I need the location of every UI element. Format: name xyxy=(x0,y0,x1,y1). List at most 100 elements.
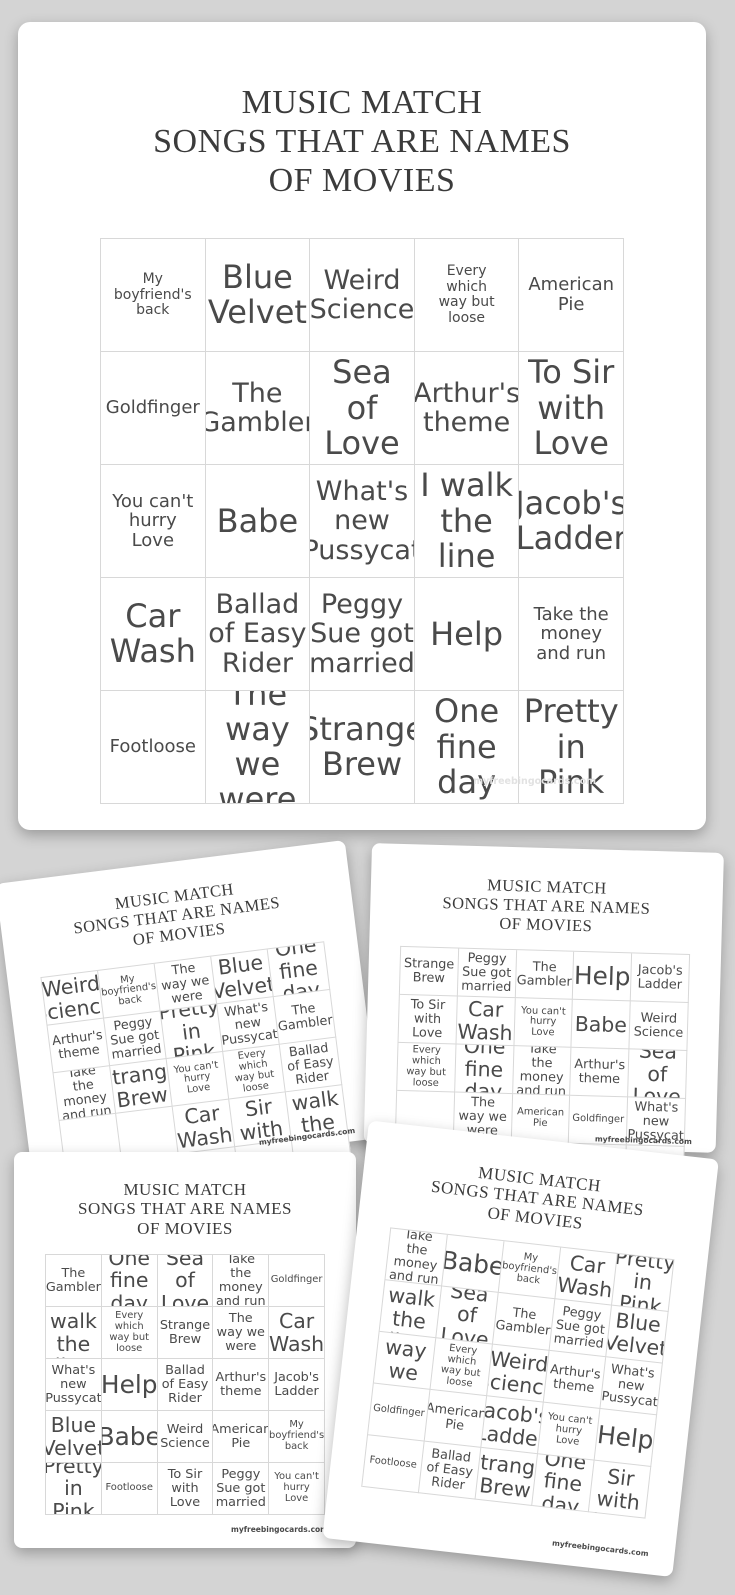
bingo-cell[interactable]: I walk the line xyxy=(414,465,520,579)
bingo-cell[interactable]: To Sir with Love xyxy=(588,1460,652,1519)
bingo-cell[interactable]: One fine day xyxy=(532,1454,595,1513)
bingo-cell[interactable]: Take the money and run xyxy=(519,578,624,692)
bingo-cell[interactable]: My boyfriend's back xyxy=(269,1411,325,1464)
bingo-cell[interactable]: Car Wash xyxy=(456,996,516,1047)
bingo-cell[interactable]: Every which way but loose xyxy=(223,1045,286,1100)
bingo-cell[interactable]: Peggy Sue got married xyxy=(104,1011,167,1067)
bingo-cell[interactable]: Blue Velvet xyxy=(211,949,274,1005)
bingo-cell[interactable]: Help xyxy=(101,1359,158,1412)
bingo-cell[interactable]: What's new Pussycat xyxy=(310,465,415,579)
bingo-cell[interactable]: What's new Pussycat xyxy=(217,997,280,1053)
bingo-cell[interactable]: The Gambler xyxy=(273,990,337,1046)
bingo-cell[interactable]: To Sir with Love xyxy=(398,995,458,1045)
bingo-cell[interactable]: Car Wash xyxy=(101,578,206,692)
bingo-cell[interactable]: My boyfriend's back xyxy=(498,1241,562,1300)
bingo-cell[interactable]: Ballad of Easy Rider xyxy=(418,1441,482,1500)
bingo-cell[interactable]: Car Wash xyxy=(555,1247,618,1306)
bingo-cell[interactable]: Sea of Love xyxy=(310,352,415,466)
bingo-card-main[interactable]: MUSIC MATCH SONGS THAT ARE NAMES OF MOVI… xyxy=(18,22,706,830)
bingo-cell[interactable]: The Gambler xyxy=(46,1255,102,1308)
bingo-cell[interactable]: Arthur's theme xyxy=(570,1048,630,1098)
bingo-cell[interactable]: Strange Brew xyxy=(310,691,415,805)
bingo-cell[interactable]: You can't hurry Love xyxy=(166,1052,230,1107)
bingo-cell[interactable]: Take the money and run xyxy=(213,1255,270,1308)
bingo-cell[interactable]: One fine day xyxy=(267,942,331,998)
bingo-cell[interactable]: Arthur's theme xyxy=(414,352,520,466)
bingo-cell[interactable]: Strange Brew xyxy=(399,947,459,997)
bingo-cell[interactable]: Jacob's Ladder xyxy=(630,953,691,1004)
bingo-cell[interactable]: The way we were xyxy=(205,691,311,805)
bingo-cell[interactable]: Sea of Love xyxy=(628,1049,688,1100)
bingo-cell[interactable]: The way we were xyxy=(373,1331,437,1391)
bingo-cell[interactable]: The way we were xyxy=(213,1307,270,1360)
bingo-cell[interactable]: American Pie xyxy=(519,239,624,353)
bingo-cell[interactable]: You can't hurry Love xyxy=(269,1463,325,1516)
bingo-cell[interactable]: Weird Science xyxy=(310,239,415,353)
bingo-cell[interactable]: Every which way but loose xyxy=(430,1338,493,1397)
bingo-cell[interactable]: Pretty in Pink xyxy=(46,1463,102,1516)
bingo-cell[interactable]: Goldfinger xyxy=(269,1255,325,1308)
bingo-cell[interactable]: To Sir with Love xyxy=(157,1463,214,1516)
bingo-cell[interactable]: American Pie xyxy=(424,1390,488,1449)
bingo-cell[interactable]: Jacob's Ladder xyxy=(519,465,624,579)
bingo-cell[interactable]: I walk the line xyxy=(46,1307,102,1360)
bingo-cell[interactable]: Blue Velvet xyxy=(46,1411,102,1464)
bingo-cell[interactable]: The Gambler xyxy=(492,1293,556,1352)
bingo-cell[interactable]: Strange Brew xyxy=(110,1059,173,1115)
bingo-cell[interactable]: Ballad of Easy Rider xyxy=(157,1359,214,1412)
bingo-cell[interactable]: Weird Science xyxy=(157,1411,214,1464)
bingo-cell[interactable]: Car Wash xyxy=(269,1307,325,1360)
bingo-cell[interactable]: One fine day xyxy=(414,691,520,805)
bingo-cell[interactable]: Pretty in Pink xyxy=(519,691,624,805)
bingo-cell[interactable]: Every which way but loose xyxy=(414,239,520,353)
bingo-cell[interactable]: Sea of Love xyxy=(436,1286,499,1345)
bingo-cell[interactable]: Arthur's theme xyxy=(213,1359,270,1412)
bingo-cell[interactable]: One fine day xyxy=(454,1044,515,1095)
bingo-cell[interactable]: Weird Science xyxy=(629,1001,689,1052)
bingo-cell[interactable]: The way we were xyxy=(154,956,218,1012)
bingo-cell[interactable]: Footloose xyxy=(101,691,206,805)
bingo-card-bottom-right[interactable]: MUSIC MATCH SONGS THAT ARE NAMES OF MOVI… xyxy=(322,1120,719,1578)
bingo-card-bottom-left[interactable]: MUSIC MATCH SONGS THAT ARE NAMES OF MOVI… xyxy=(14,1152,356,1548)
bingo-cell[interactable]: You can't hurry Love xyxy=(514,998,574,1049)
bingo-cell[interactable]: Every which way but loose xyxy=(101,1307,158,1360)
bingo-cell[interactable]: Footloose xyxy=(362,1435,425,1494)
bingo-cell[interactable]: Pretty in Pink xyxy=(160,1004,224,1060)
bingo-cell[interactable]: Ballad of Easy Rider xyxy=(279,1037,343,1093)
bingo-cell[interactable]: To Sir with Love xyxy=(519,352,624,466)
bingo-cell[interactable]: The Gambler xyxy=(515,950,575,1001)
bingo-cell[interactable]: Babe xyxy=(205,465,311,579)
bingo-cell[interactable]: What's new Pussycat xyxy=(600,1357,663,1416)
bingo-cell[interactable]: Sea of Love xyxy=(157,1255,214,1308)
bingo-cell[interactable]: What's new Pussycat xyxy=(46,1359,102,1412)
bingo-cell[interactable]: Weird Science xyxy=(487,1344,550,1403)
bingo-cell[interactable]: American Pie xyxy=(213,1411,270,1464)
bingo-cell[interactable]: Peggy Sue got married xyxy=(549,1299,612,1358)
bingo-cell[interactable]: The Gambler xyxy=(205,352,311,466)
bingo-cell[interactable]: Car Wash xyxy=(172,1099,236,1155)
bingo-cell[interactable]: Arthur's theme xyxy=(47,1018,111,1074)
bingo-cell[interactable]: Blue Velvet xyxy=(205,239,311,353)
bingo-cell[interactable]: You can't hurry Love xyxy=(101,465,206,579)
bingo-cell[interactable]: Strange Brew xyxy=(157,1307,214,1360)
bingo-card-top-left[interactable]: MUSIC MATCH SONGS THAT ARE NAMES OF MOVI… xyxy=(0,839,383,1217)
bingo-cell[interactable]: My boyfriend's back xyxy=(98,964,161,1019)
bingo-cell[interactable]: One fine day xyxy=(101,1255,158,1308)
bingo-cell[interactable]: Babe xyxy=(101,1411,158,1464)
bingo-cell[interactable]: Peggy Sue got married xyxy=(457,948,517,999)
bingo-cell[interactable]: Peggy Sue got married xyxy=(213,1463,270,1516)
bingo-card-top-right[interactable]: MUSIC MATCH SONGS THAT ARE NAMES OF MOVI… xyxy=(363,843,724,1196)
bingo-cell[interactable]: You can't hurry Love xyxy=(537,1402,601,1461)
bingo-cell[interactable]: Blue Velvet xyxy=(606,1305,669,1364)
bingo-cell[interactable]: I walk the line xyxy=(379,1280,443,1339)
bingo-cell[interactable]: Goldfinger xyxy=(101,352,206,466)
bingo-cell[interactable]: Babe xyxy=(442,1234,505,1294)
bingo-cell[interactable]: Every which way but loose xyxy=(397,1043,457,1093)
bingo-cell[interactable]: Help xyxy=(573,952,633,1002)
bingo-cell[interactable]: Pretty in Pink xyxy=(611,1254,675,1313)
bingo-cell[interactable]: Take the money and run xyxy=(512,1046,572,1097)
bingo-cell[interactable]: My boyfriend's back xyxy=(101,239,206,353)
bingo-cell[interactable]: Peggy Sue got married xyxy=(310,578,415,692)
bingo-cell[interactable]: Help xyxy=(414,578,520,692)
bingo-cell[interactable]: Strange Brew xyxy=(475,1448,538,1507)
